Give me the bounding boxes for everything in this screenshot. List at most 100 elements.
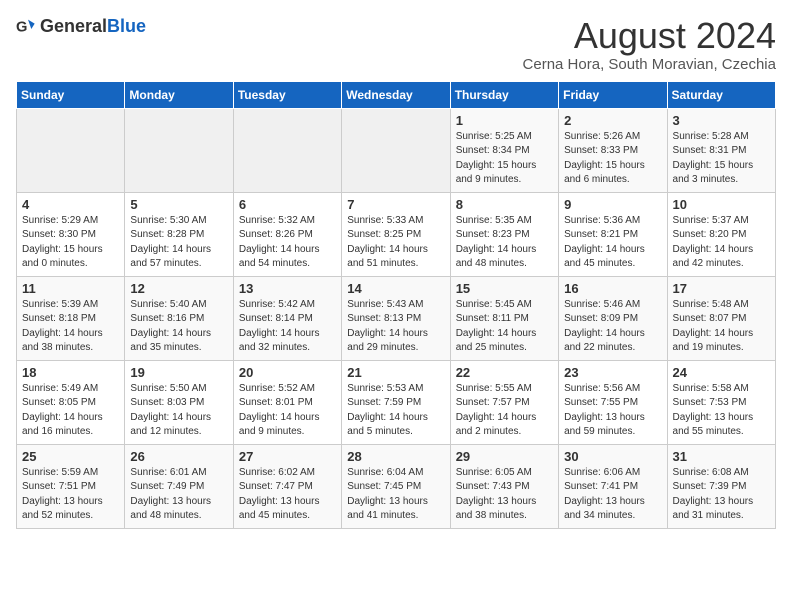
day-number: 25 xyxy=(22,449,119,464)
calendar-cell xyxy=(17,108,125,192)
day-number: 16 xyxy=(564,281,661,296)
calendar-cell xyxy=(233,108,341,192)
calendar-cell: 10 Sunrise: 5:37 AMSunset: 8:20 PMDayligh… xyxy=(667,192,775,276)
cell-details: Sunrise: 5:29 AMSunset: 8:30 PMDaylight:… xyxy=(22,214,119,272)
weekday-header-monday: Monday xyxy=(125,81,233,108)
cell-details: Sunrise: 5:37 AMSunset: 8:20 PMDaylight:… xyxy=(673,214,770,272)
cell-details: Sunrise: 6:06 AMSunset: 7:41 PMDaylight:… xyxy=(564,466,661,524)
day-number: 10 xyxy=(673,197,770,212)
day-number: 3 xyxy=(673,113,770,128)
page-header: G GeneralBlue August 2024 Cerna Hora, So… xyxy=(16,16,776,73)
cell-details: Sunrise: 5:49 AMSunset: 8:05 PMDaylight:… xyxy=(22,382,119,440)
month-year: August 2024 xyxy=(523,16,776,56)
day-number: 5 xyxy=(130,197,227,212)
calendar-cell: 30 Sunrise: 6:06 AMSunset: 7:41 PMDayligh… xyxy=(559,444,667,528)
day-number: 13 xyxy=(239,281,336,296)
calendar-cell: 24 Sunrise: 5:58 AMSunset: 7:53 PMDayligh… xyxy=(667,360,775,444)
day-number: 23 xyxy=(564,365,661,380)
calendar-cell: 1 Sunrise: 5:25 AMSunset: 8:34 PMDaylight… xyxy=(450,108,558,192)
day-number: 30 xyxy=(564,449,661,464)
day-number: 2 xyxy=(564,113,661,128)
cell-details: Sunrise: 6:02 AMSunset: 7:47 PMDaylight:… xyxy=(239,466,336,524)
calendar-cell: 21Sunrise: 5:53 AMSunset: 7:59 PMDayligh… xyxy=(342,360,450,444)
weekday-header-sunday: Sunday xyxy=(17,81,125,108)
calendar-cell: 2Sunrise: 5:26 AMSunset: 8:33 PMDaylight… xyxy=(559,108,667,192)
day-number: 12 xyxy=(130,281,227,296)
cell-details: Sunrise: 5:25 AMSunset: 8:34 PMDaylight:… xyxy=(456,130,553,188)
cell-details: Sunrise: 5:55 AMSunset: 7:57 PMDaylight:… xyxy=(456,382,553,440)
calendar-table: SundayMondayTuesdayWednesdayThursdayFrid… xyxy=(16,81,776,529)
calendar-cell: 26 Sunrise: 6:01 AMSunset: 7:49 PMDayligh… xyxy=(125,444,233,528)
calendar-cell: 31Sunrise: 6:08 AMSunset: 7:39 PMDayligh… xyxy=(667,444,775,528)
day-number: 9 xyxy=(564,197,661,212)
cell-details: Sunrise: 5:30 AMSunset: 8:28 PMDaylight:… xyxy=(130,214,227,272)
cell-details: Sunrise: 5:32 AMSunset: 8:26 PMDaylight:… xyxy=(239,214,336,272)
calendar-cell: 13 Sunrise: 5:42 AMSunset: 8:14 PMDayligh… xyxy=(233,276,341,360)
weekday-header-wednesday: Wednesday xyxy=(342,81,450,108)
cell-details: Sunrise: 5:52 AMSunset: 8:01 PMDaylight:… xyxy=(239,382,336,440)
calendar-cell: 27 Sunrise: 6:02 AMSunset: 7:47 PMDayligh… xyxy=(233,444,341,528)
logo: G GeneralBlue xyxy=(16,16,146,37)
cell-details: Sunrise: 5:45 AMSunset: 8:11 PMDaylight:… xyxy=(456,298,553,356)
weekday-header-tuesday: Tuesday xyxy=(233,81,341,108)
day-number: 14 xyxy=(347,281,444,296)
calendar-cell: 20 Sunrise: 5:52 AMSunset: 8:01 PMDayligh… xyxy=(233,360,341,444)
day-number: 18 xyxy=(22,365,119,380)
logo-blue: Blue xyxy=(107,16,146,36)
cell-details: Sunrise: 6:01 AMSunset: 7:49 PMDaylight:… xyxy=(130,466,227,524)
calendar-cell: 4 Sunrise: 5:29 AMSunset: 8:30 PMDaylight… xyxy=(17,192,125,276)
day-number: 22 xyxy=(456,365,553,380)
logo-icon: G xyxy=(16,17,36,37)
calendar-cell: 29 Sunrise: 6:05 AMSunset: 7:43 PMDayligh… xyxy=(450,444,558,528)
day-number: 29 xyxy=(456,449,553,464)
cell-details: Sunrise: 6:04 AMSunset: 7:45 PMDaylight:… xyxy=(347,466,444,524)
cell-details: Sunrise: 5:56 AMSunset: 7:55 PMDaylight:… xyxy=(564,382,661,440)
calendar-cell: 7 Sunrise: 5:33 AMSunset: 8:25 PMDaylight… xyxy=(342,192,450,276)
calendar-cell: 5 Sunrise: 5:30 AMSunset: 8:28 PMDaylight… xyxy=(125,192,233,276)
day-number: 17 xyxy=(673,281,770,296)
cell-details: Sunrise: 5:48 AMSunset: 8:07 PMDaylight:… xyxy=(673,298,770,356)
week-row-3: 11Sunrise: 5:39 AMSunset: 8:18 PMDayligh… xyxy=(17,276,776,360)
cell-details: Sunrise: 5:42 AMSunset: 8:14 PMDaylight:… xyxy=(239,298,336,356)
day-number: 15 xyxy=(456,281,553,296)
weekday-header-saturday: Saturday xyxy=(667,81,775,108)
weekday-header-thursday: Thursday xyxy=(450,81,558,108)
calendar-cell: 11Sunrise: 5:39 AMSunset: 8:18 PMDayligh… xyxy=(17,276,125,360)
weekday-header-friday: Friday xyxy=(559,81,667,108)
calendar-cell: 25 Sunrise: 5:59 AMSunset: 7:51 PMDayligh… xyxy=(17,444,125,528)
day-number: 4 xyxy=(22,197,119,212)
calendar-cell: 17 Sunrise: 5:48 AMSunset: 8:07 PMDayligh… xyxy=(667,276,775,360)
day-number: 24 xyxy=(673,365,770,380)
week-row-2: 4 Sunrise: 5:29 AMSunset: 8:30 PMDaylight… xyxy=(17,192,776,276)
calendar-cell: 16Sunrise: 5:46 AMSunset: 8:09 PMDayligh… xyxy=(559,276,667,360)
calendar-cell: 22 Sunrise: 5:55 AMSunset: 7:57 PMDayligh… xyxy=(450,360,558,444)
day-number: 21 xyxy=(347,365,444,380)
cell-details: Sunrise: 5:43 AMSunset: 8:13 PMDaylight:… xyxy=(347,298,444,356)
week-row-1: 1 Sunrise: 5:25 AMSunset: 8:34 PMDaylight… xyxy=(17,108,776,192)
calendar-cell: 18 Sunrise: 5:49 AMSunset: 8:05 PMDayligh… xyxy=(17,360,125,444)
calendar-cell xyxy=(125,108,233,192)
calendar-cell: 28Sunrise: 6:04 AMSunset: 7:45 PMDayligh… xyxy=(342,444,450,528)
day-number: 7 xyxy=(347,197,444,212)
calendar-cell: 8Sunrise: 5:35 AMSunset: 8:23 PMDaylight… xyxy=(450,192,558,276)
cell-details: Sunrise: 6:08 AMSunset: 7:39 PMDaylight:… xyxy=(673,466,770,524)
cell-details: Sunrise: 6:05 AMSunset: 7:43 PMDaylight:… xyxy=(456,466,553,524)
day-number: 26 xyxy=(130,449,227,464)
week-row-4: 18 Sunrise: 5:49 AMSunset: 8:05 PMDayligh… xyxy=(17,360,776,444)
calendar-cell: 14 Sunrise: 5:43 AMSunset: 8:13 PMDayligh… xyxy=(342,276,450,360)
calendar-cell: 23 Sunrise: 5:56 AMSunset: 7:55 PMDayligh… xyxy=(559,360,667,444)
calendar-cell: 15 Sunrise: 5:45 AMSunset: 8:11 PMDayligh… xyxy=(450,276,558,360)
day-number: 19 xyxy=(130,365,227,380)
calendar-cell: 9 Sunrise: 5:36 AMSunset: 8:21 PMDaylight… xyxy=(559,192,667,276)
calendar-cell: 3Sunrise: 5:28 AMSunset: 8:31 PMDaylight… xyxy=(667,108,775,192)
cell-details: Sunrise: 5:40 AMSunset: 8:16 PMDaylight:… xyxy=(130,298,227,356)
cell-details: Sunrise: 5:36 AMSunset: 8:21 PMDaylight:… xyxy=(564,214,661,272)
day-number: 27 xyxy=(239,449,336,464)
cell-details: Sunrise: 5:58 AMSunset: 7:53 PMDaylight:… xyxy=(673,382,770,440)
day-number: 1 xyxy=(456,113,553,128)
week-row-5: 25 Sunrise: 5:59 AMSunset: 7:51 PMDayligh… xyxy=(17,444,776,528)
cell-details: Sunrise: 5:59 AMSunset: 7:51 PMDaylight:… xyxy=(22,466,119,524)
weekday-header-row: SundayMondayTuesdayWednesdayThursdayFrid… xyxy=(17,81,776,108)
day-number: 20 xyxy=(239,365,336,380)
cell-details: Sunrise: 5:33 AMSunset: 8:25 PMDaylight:… xyxy=(347,214,444,272)
